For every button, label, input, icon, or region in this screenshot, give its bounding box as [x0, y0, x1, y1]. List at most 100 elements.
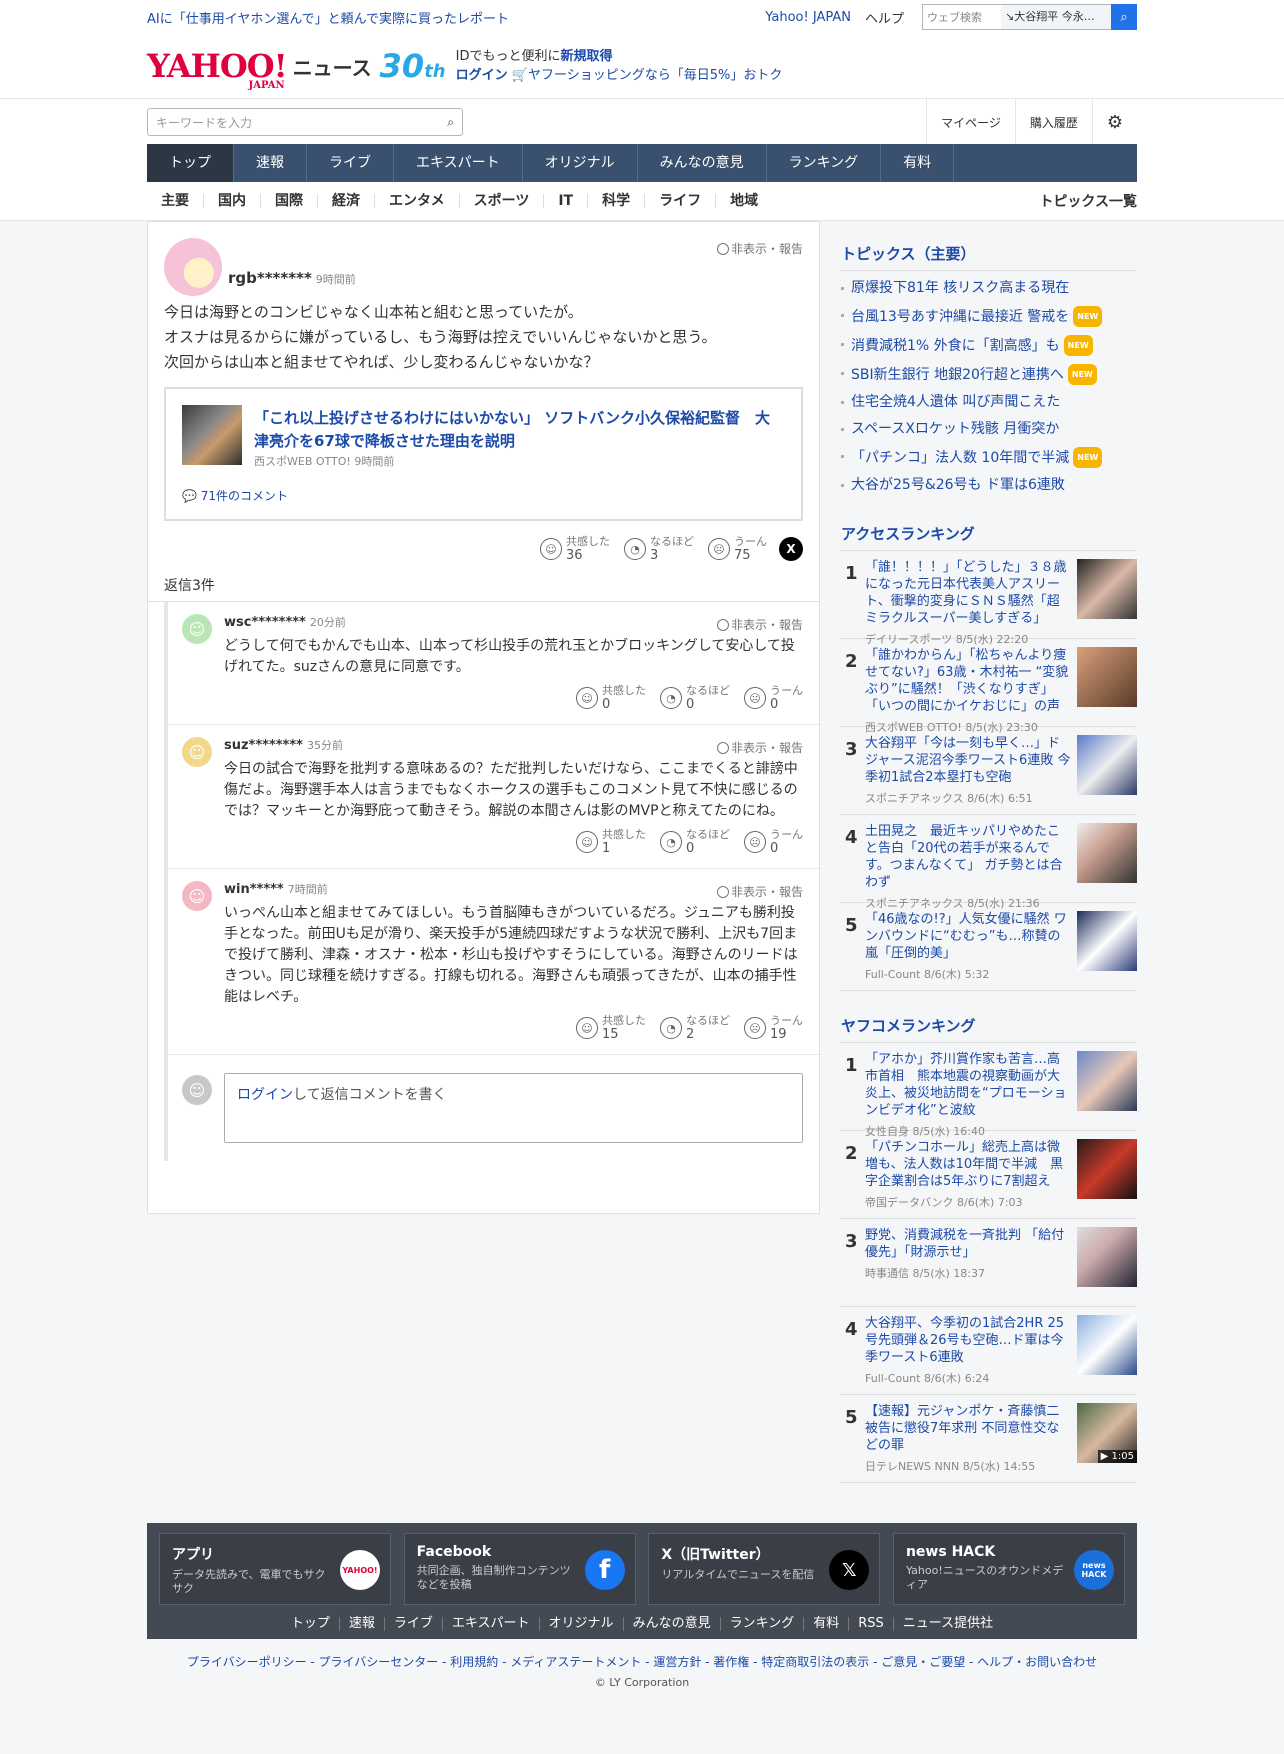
- search-icon[interactable]: ⌕: [447, 115, 454, 130]
- reaction-button[interactable]: ☹ うーん 75: [708, 535, 767, 563]
- ranking-item[interactable]: 3 野党、消費減税を一斉批判 「給付優先」「財源示せ」 時事通信 8/5(水) 18…: [839, 1219, 1137, 1307]
- gear-icon[interactable]: ⚙: [1091, 99, 1137, 145]
- footer-link[interactable]: みんなの意見: [624, 1617, 721, 1631]
- footer-card[interactable]: Facebook 共同企画、独自制作コンテンツなどを投稿 f: [403, 1533, 636, 1605]
- ranking-title[interactable]: 大谷翔平「今は一刻も早く…」ドジャース泥沼今季ワースト6連敗 今季初1試合2本塁…: [865, 735, 1071, 786]
- hide-report-link[interactable]: 非表示・報告: [716, 739, 803, 756]
- footer-link[interactable]: RSS: [849, 1617, 894, 1631]
- ranking-title[interactable]: 土田晃之 最近キッパリやめたこと告白「20代の若手が来るんです。つまんなくて」 …: [865, 823, 1071, 891]
- legal-links[interactable]: プライバシーポリシー - プライバシーセンター - 利用規約 - メディアステー…: [0, 1653, 1284, 1670]
- article-comments-link[interactable]: 💬 71件のコメント: [182, 487, 288, 504]
- footer-link[interactable]: ニュース提供社: [894, 1617, 1002, 1631]
- topics-list-link[interactable]: トピックス一覧: [1039, 191, 1137, 211]
- purchase-history-link[interactable]: 購入履歴: [1014, 99, 1092, 145]
- ranking-item[interactable]: 4 土田晃之 最近キッパリやめたこと告白「20代の若手が来るんです。つまんなくて」…: [839, 815, 1137, 910]
- reaction-button[interactable]: ☹ うーん 0: [744, 684, 803, 712]
- topic-item[interactable]: 消費減税1% 外食に「割高感」も NEW: [839, 331, 1137, 360]
- category-tab[interactable]: 経済: [318, 194, 375, 208]
- category-tab[interactable]: エンタメ: [375, 194, 460, 208]
- web-search-keyword[interactable]: ↘大谷翔平 今永…: [1001, 5, 1111, 29]
- ranking-title[interactable]: 「誰！！！！」「どうした」３８歳になった元日本代表美人アスリート、衝撃的変身にＳ…: [865, 559, 1071, 627]
- footer-card[interactable]: アプリ データ先読みで、電車でもサクサク YAHOO!: [159, 1533, 391, 1605]
- ranking-title[interactable]: 野党、消費減税を一斉批判 「給付優先」「財源示せ」: [865, 1227, 1071, 1261]
- nav-tab[interactable]: ライブ: [307, 144, 394, 182]
- mypage-link[interactable]: マイページ: [926, 99, 1015, 145]
- topic-item[interactable]: 住宅全焼4人遺体 叫び声聞こえた: [839, 389, 1137, 416]
- footer-link[interactable]: ライブ: [385, 1617, 443, 1631]
- reply-input[interactable]: ログインして返信コメントを書く: [224, 1073, 803, 1143]
- ranking-item[interactable]: 2 「パチンコホール」総売上高は微増も、法人数は10年間で半減 黒字企業割合は5年…: [839, 1131, 1137, 1219]
- reaction-button[interactable]: ☹ うーん 0: [744, 828, 803, 856]
- reply-username[interactable]: suz********: [224, 738, 303, 753]
- shopping-link[interactable]: ヤフーショッピングなら「毎日5%」おトク: [528, 68, 782, 83]
- category-tab[interactable]: IT: [544, 194, 589, 208]
- yahoo-logo[interactable]: YAHOO! JAPAN: [147, 50, 288, 91]
- ranking-title[interactable]: 「パチンコホール」総売上高は微増も、法人数は10年間で半減 黒字企業割合は5年ぶ…: [865, 1139, 1071, 1190]
- category-tab[interactable]: 主要: [147, 194, 204, 208]
- web-search-button[interactable]: ⌕: [1111, 4, 1137, 30]
- footer-link[interactable]: トップ: [282, 1617, 340, 1631]
- category-tab[interactable]: 国際: [261, 194, 318, 208]
- topic-item[interactable]: 「パチンコ」法人数 10年間で半減 NEW: [839, 443, 1137, 472]
- x-share-icon[interactable]: X: [779, 537, 803, 561]
- topic-item[interactable]: 台風13号あす沖縄に最接近 警戒を NEW: [839, 302, 1137, 331]
- ranking-item[interactable]: 5 「46歳なの!?」人気女優に騒然 ワンバウンドに“むむっ”も…称賛の嵐「圧倒的…: [839, 903, 1137, 991]
- footer-link[interactable]: 速報: [340, 1617, 385, 1631]
- category-tab[interactable]: 科学: [588, 194, 646, 208]
- reaction-button[interactable]: ◔ なるほど 0: [660, 684, 730, 712]
- nav-tab[interactable]: トップ: [147, 144, 234, 182]
- nav-tab[interactable]: 速報: [234, 144, 307, 182]
- category-tab[interactable]: スポーツ: [460, 194, 545, 208]
- hide-report-link[interactable]: 非表示・報告: [716, 616, 803, 633]
- ranking-item[interactable]: 1 「誰！！！！」「どうした」３８歳になった元日本代表美人アスリート、衝撃的変身に…: [839, 551, 1137, 646]
- promo-link[interactable]: AIに「仕事用イヤホン選んで」と頼んで実際に買ったレポート: [147, 8, 509, 27]
- footer-link[interactable]: 有料: [804, 1617, 850, 1631]
- help-link[interactable]: ヘルプ: [865, 8, 904, 27]
- topic-item[interactable]: 原爆投下81年 核リスク高まる現在: [839, 275, 1137, 302]
- footer-card[interactable]: X（旧Twitter） リアルタイムでニュースを配信 𝕏: [648, 1533, 881, 1605]
- web-search-input[interactable]: ウェブ検索: [923, 9, 1001, 25]
- footer-link[interactable]: ランキング: [721, 1617, 805, 1631]
- reply-username[interactable]: wsc********: [224, 615, 306, 630]
- ranking-item[interactable]: 2 「誰かわからん」「松ちゃんより痩せてない?」63歳・木村祐一 “変貌ぶり”に騒…: [839, 639, 1137, 734]
- footer-link[interactable]: オリジナル: [540, 1617, 624, 1631]
- category-tab[interactable]: 地域: [716, 194, 772, 208]
- reply-username[interactable]: win*****: [224, 882, 284, 897]
- nav-tab[interactable]: 有料: [881, 144, 955, 182]
- hide-report-link[interactable]: 非表示・報告: [716, 883, 803, 900]
- ranking-title[interactable]: 「アホか」芥川賞作家も苦言…高市首相 熊本地震の視察動画が大炎上、被災地訪問を“…: [865, 1051, 1071, 1119]
- ranking-item[interactable]: 5 【速報】元ジャンポケ・斉藤慎二被告に懲役7年求刑 不同意性交などの罪 日テレNE…: [839, 1395, 1137, 1483]
- nav-tab[interactable]: みんなの意見: [638, 144, 767, 182]
- reaction-button[interactable]: ☹ うーん 19: [744, 1014, 803, 1042]
- reaction-button[interactable]: ◔ なるほど 3: [624, 535, 694, 563]
- signup-link[interactable]: 新規取得: [560, 49, 612, 64]
- reaction-button[interactable]: ☺ 共感した 36: [540, 535, 610, 563]
- nav-tab[interactable]: ランキング: [767, 144, 882, 182]
- reply-login-link[interactable]: ログイン: [237, 1087, 293, 1103]
- ranking-item[interactable]: 1 「アホか」芥川賞作家も苦言…高市首相 熊本地震の視察動画が大炎上、被災地訪問を…: [839, 1043, 1137, 1138]
- yahoo-japan-link[interactable]: Yahoo! JAPAN: [765, 10, 851, 25]
- reaction-button[interactable]: ◔ なるほど 0: [660, 828, 730, 856]
- ranking-title[interactable]: 【速報】元ジャンポケ・斉藤慎二被告に懲役7年求刑 不同意性交などの罪: [865, 1403, 1071, 1454]
- category-tab[interactable]: 国内: [204, 194, 261, 208]
- reaction-button[interactable]: ☺ 共感した 15: [576, 1014, 646, 1042]
- article-title[interactable]: 「これ以上投げさせるわけにはいかない」 ソフトバンク小久保裕紀監督 大津亮介を6…: [254, 407, 777, 453]
- nav-tab[interactable]: オリジナル: [523, 144, 638, 182]
- ranking-title[interactable]: 「誰かわからん」「松ちゃんより痩せてない?」63歳・木村祐一 “変貌ぶり”に騒然…: [865, 647, 1071, 715]
- login-link[interactable]: ログイン: [456, 68, 508, 83]
- ranking-item[interactable]: 4 大谷翔平、今季初の1試合2HR 25号先頭弾＆26号も空砲…ド軍は今季ワースト…: [839, 1307, 1137, 1395]
- reaction-button[interactable]: ☺ 共感した 0: [576, 684, 646, 712]
- nav-tab[interactable]: エキスパート: [394, 144, 523, 182]
- reaction-button[interactable]: ☺ 共感した 1: [576, 828, 646, 856]
- ranking-item[interactable]: 3 大谷翔平「今は一刻も早く…」ドジャース泥沼今季ワースト6連敗 今季初1試合2本…: [839, 727, 1137, 815]
- topic-item[interactable]: 大谷が25号&26号も ド軍は6連敗: [839, 472, 1137, 499]
- topic-item[interactable]: SBI新生銀行 地銀20行超と連携へ NEW: [839, 360, 1137, 389]
- ranking-title[interactable]: 「46歳なの!?」人気女優に騒然 ワンバウンドに“むむっ”も…称賛の嵐「圧倒的美…: [865, 911, 1071, 962]
- article-card[interactable]: 「これ以上投げさせるわけにはいかない」 ソフトバンク小久保裕紀監督 大津亮介を6…: [164, 387, 803, 521]
- reaction-button[interactable]: ◔ なるほど 2: [660, 1014, 730, 1042]
- footer-link[interactable]: エキスパート: [443, 1617, 540, 1631]
- topic-item[interactable]: スペースXロケット残骸 月衝突か: [839, 416, 1137, 443]
- hide-report-link[interactable]: 非表示・報告: [716, 240, 803, 257]
- ranking-title[interactable]: 大谷翔平、今季初の1試合2HR 25号先頭弾＆26号も空砲…ド軍は今季ワースト6…: [865, 1315, 1071, 1366]
- footer-card[interactable]: news HACK Yahoo!ニュースのオウンドメディア news HACK: [892, 1533, 1125, 1605]
